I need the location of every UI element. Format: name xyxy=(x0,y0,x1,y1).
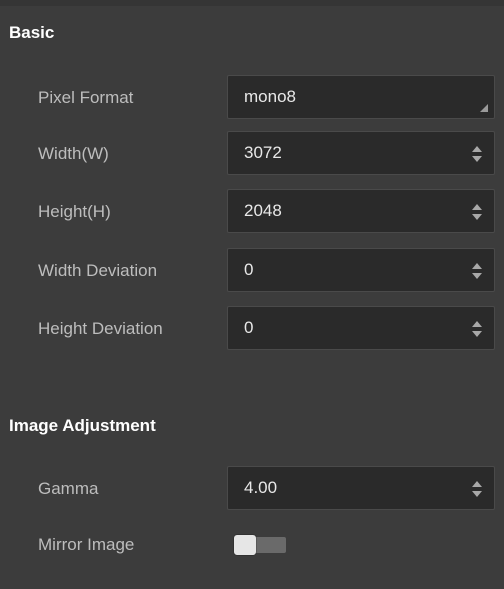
gamma-spinbox[interactable]: 4.00 xyxy=(227,466,495,510)
section-header-image-adjustment: Image Adjustment xyxy=(9,416,156,435)
width-value: 3072 xyxy=(244,143,282,162)
spinner-arrows-icon[interactable] xyxy=(472,144,482,164)
gamma-value: 4.00 xyxy=(244,478,278,497)
pixel-format-label: Pixel Format xyxy=(38,88,134,107)
width-deviation-value: 0 xyxy=(244,260,254,279)
row-width: Width(W) 3072 xyxy=(0,131,504,177)
width-deviation-label: Width Deviation xyxy=(38,261,158,280)
row-gamma: Gamma 4.00 xyxy=(0,466,504,512)
spin-down-icon[interactable] xyxy=(472,491,482,497)
section-header-basic: Basic xyxy=(9,23,55,42)
row-mirror-image: Mirror Image xyxy=(0,522,504,568)
toggle-knob[interactable] xyxy=(234,535,256,555)
height-deviation-value: 0 xyxy=(244,318,254,337)
row-height-deviation: Height Deviation 0 xyxy=(0,306,504,352)
spin-up-icon[interactable] xyxy=(472,263,482,269)
pixel-format-dropdown[interactable]: mono8 xyxy=(227,75,495,119)
pixel-format-value: mono8 xyxy=(244,87,296,106)
height-deviation-label: Height Deviation xyxy=(38,319,163,338)
row-height: Height(H) 2048 xyxy=(0,189,504,235)
height-value: 2048 xyxy=(244,201,282,220)
spin-up-icon[interactable] xyxy=(472,321,482,327)
spin-up-icon[interactable] xyxy=(472,481,482,487)
spin-down-icon[interactable] xyxy=(472,273,482,279)
dropdown-corner-icon xyxy=(480,104,488,112)
spinner-arrows-icon[interactable] xyxy=(472,202,482,222)
spin-up-icon[interactable] xyxy=(472,146,482,152)
settings-panel: Basic Pixel Format mono8 Width(W) 3072 H… xyxy=(0,0,504,589)
spin-down-icon[interactable] xyxy=(472,156,482,162)
width-spinbox[interactable]: 3072 xyxy=(227,131,495,175)
width-deviation-spinbox[interactable]: 0 xyxy=(227,248,495,292)
spin-down-icon[interactable] xyxy=(472,214,482,220)
row-pixel-format: Pixel Format mono8 xyxy=(0,75,504,121)
spinner-arrows-icon[interactable] xyxy=(472,319,482,339)
spinner-arrows-icon[interactable] xyxy=(472,479,482,499)
gamma-label: Gamma xyxy=(38,479,99,498)
height-deviation-spinbox[interactable]: 0 xyxy=(227,306,495,350)
spin-up-icon[interactable] xyxy=(472,204,482,210)
row-width-deviation: Width Deviation 0 xyxy=(0,248,504,294)
spinner-arrows-icon[interactable] xyxy=(472,261,482,281)
spin-down-icon[interactable] xyxy=(472,331,482,337)
toggle-track xyxy=(252,537,286,553)
panel-top-edge xyxy=(0,0,504,6)
height-spinbox[interactable]: 2048 xyxy=(227,189,495,233)
height-label: Height(H) xyxy=(38,202,111,221)
width-label: Width(W) xyxy=(38,144,109,163)
mirror-image-toggle[interactable] xyxy=(232,534,288,556)
mirror-image-label: Mirror Image xyxy=(38,535,135,554)
